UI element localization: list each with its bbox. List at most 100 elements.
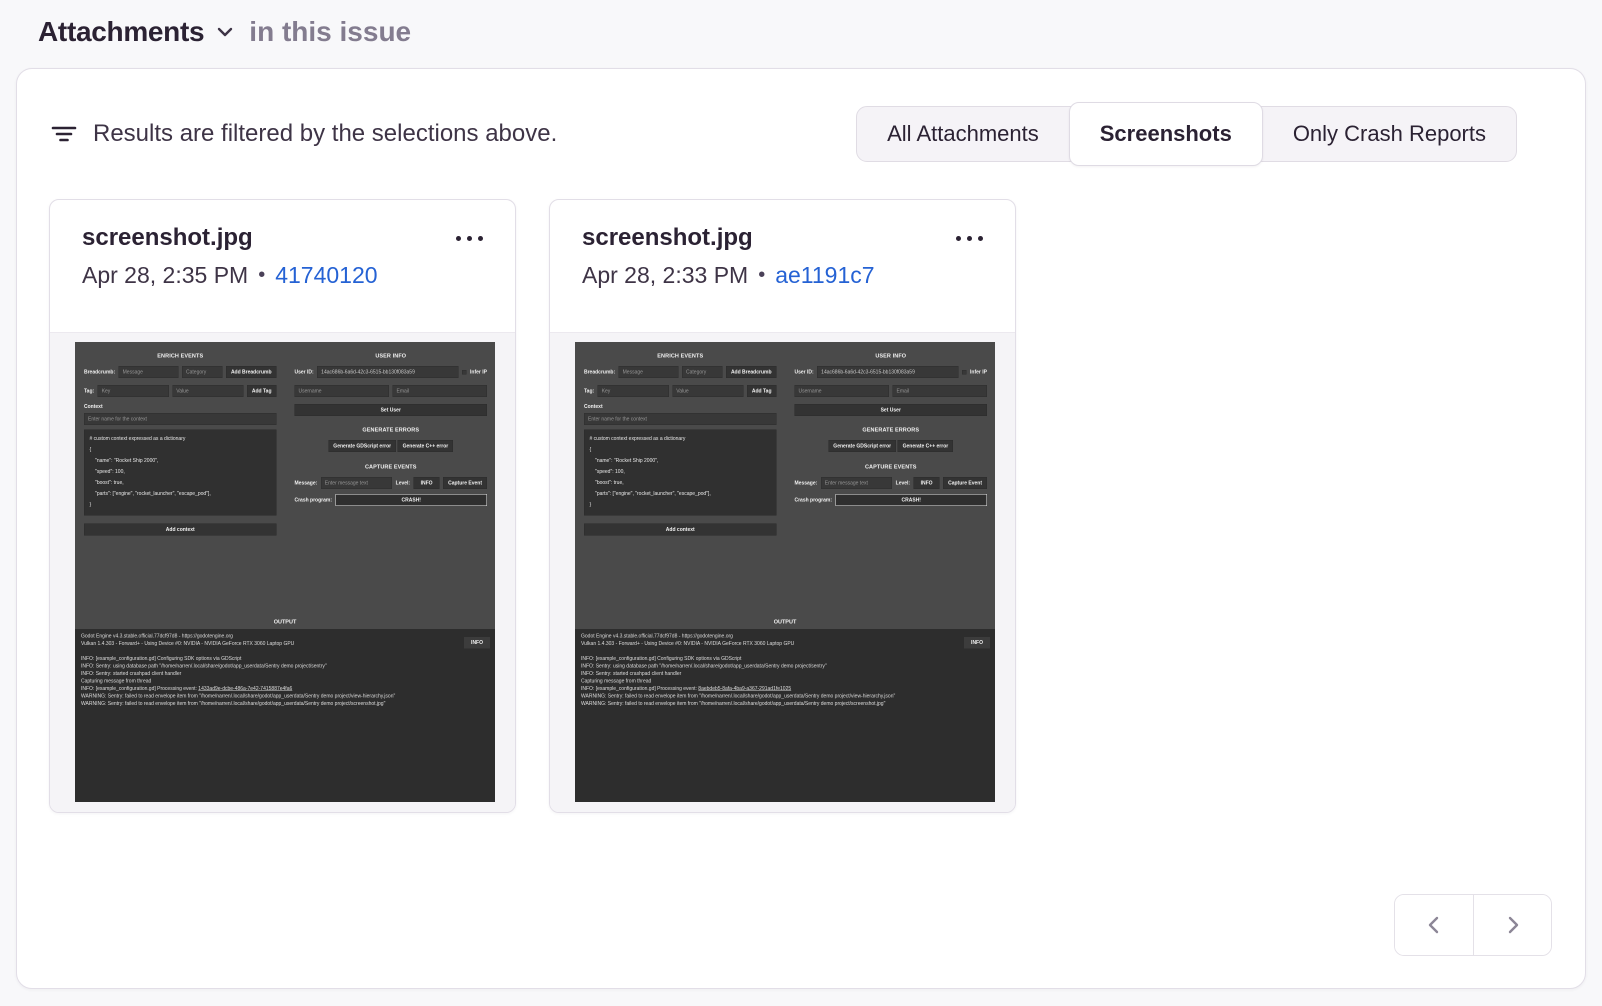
attachment-thumbnail[interactable]: ENRICH EVENTS Breadcrumb: Message Catego… xyxy=(75,342,495,802)
crash-program-label: Crash program: xyxy=(295,497,333,503)
level-select: INFO xyxy=(914,477,940,489)
context-name-input: Enter name for the context xyxy=(584,413,777,425)
card-filename: screenshot.jpg xyxy=(82,224,253,252)
add-context-button: Add context xyxy=(584,524,777,536)
chevron-down-icon xyxy=(215,22,235,42)
card-header: screenshot.jpg Apr 28, 2:33 PM • ae1191c… xyxy=(550,200,1015,332)
capture-event-button: Capture Event xyxy=(943,477,987,489)
attachments-type-selector[interactable]: Attachments xyxy=(38,16,235,48)
segment-screenshots[interactable]: Screenshots xyxy=(1069,102,1263,166)
processing-event-id: 1433ad9e-dcbe-486a-7e42-7415887e4fa6 xyxy=(198,686,292,692)
thumbnail-app-screenshot: ENRICH EVENTS Breadcrumb: Message Catego… xyxy=(75,342,495,802)
ellipsis-icon xyxy=(456,236,483,241)
tag-label: Tag: xyxy=(584,388,594,394)
console-processing-line: INFO: [example_configuration.gd] Process… xyxy=(581,685,989,693)
enrich-events-title: ENRICH EVENTS xyxy=(84,348,277,366)
user-id-input: 14ac686b-6a6d-42c3-6515-bb130f083a59 xyxy=(817,366,958,378)
add-context-button: Add context xyxy=(84,524,277,536)
console-log-lines: Godot Engine v4.3.stable.official.77dcf9… xyxy=(81,633,489,686)
generate-errors-title: GENERATE ERRORS xyxy=(295,416,488,440)
next-page-button[interactable] xyxy=(1473,895,1551,955)
breadcrumb-category-input: Category xyxy=(682,366,722,378)
toolbar: Results are filtered by the selections a… xyxy=(17,69,1585,162)
tag-key-input: Key xyxy=(598,385,669,397)
message-label: Message: xyxy=(795,480,818,486)
ellipsis-icon xyxy=(956,236,983,241)
level-select: INFO xyxy=(414,477,440,489)
tag-key-input: Key xyxy=(98,385,169,397)
context-name-input: Enter name for the context xyxy=(84,413,277,425)
capture-events-title: CAPTURE EVENTS xyxy=(295,459,488,477)
card-body: ENRICH EVENTS Breadcrumb: Message Catego… xyxy=(50,332,515,813)
chevron-left-icon xyxy=(1423,914,1445,936)
capture-events-title: CAPTURE EVENTS xyxy=(795,459,988,477)
user-id-label: User ID: xyxy=(295,369,314,375)
crash-button: CRASH! xyxy=(336,494,487,506)
attachments-panel: Results are filtered by the selections a… xyxy=(16,68,1586,989)
username-input: Username xyxy=(795,385,890,397)
prev-page-button[interactable] xyxy=(1395,895,1473,955)
dot-separator: • xyxy=(258,264,265,287)
message-input: Enter message text xyxy=(821,477,892,489)
segment-only-crash-reports[interactable]: Only Crash Reports xyxy=(1263,107,1516,161)
console-warning-lines: WARNING: Sentry: failed to read envelope… xyxy=(581,693,989,708)
attachment-thumbnail[interactable]: ENRICH EVENTS Breadcrumb: Message Catego… xyxy=(575,342,995,802)
card-body: ENRICH EVENTS Breadcrumb: Message Catego… xyxy=(550,332,1015,813)
event-id-link[interactable]: 41740120 xyxy=(275,262,377,289)
card-menu-button[interactable] xyxy=(454,228,485,249)
level-label: Level: xyxy=(396,480,410,486)
card-menu-button[interactable] xyxy=(954,228,985,249)
event-id-link[interactable]: ae1191c7 xyxy=(775,262,874,289)
user-info-title: USER INFO xyxy=(795,348,988,366)
attachment-filter-segmented-control: All Attachments Screenshots Only Crash R… xyxy=(856,106,1517,162)
card-date: Apr 28, 2:35 PM xyxy=(82,262,248,289)
output-console: Godot Engine v4.3.stable.official.77dcf9… xyxy=(75,629,495,802)
page-title-suffix: in this issue xyxy=(249,16,411,48)
card-date: Apr 28, 2:33 PM xyxy=(582,262,748,289)
crash-program-label: Crash program: xyxy=(795,497,833,503)
page-header: Attachments in this issue xyxy=(0,0,1602,48)
attachment-card: screenshot.jpg Apr 28, 2:33 PM • ae1191c… xyxy=(549,199,1016,813)
infer-ip-label: Infer IP xyxy=(470,369,487,375)
set-user-button: Set User xyxy=(795,404,988,416)
generate-gdscript-error-button: Generate GDScript error xyxy=(828,440,896,452)
add-tag-button: Add Tag xyxy=(247,385,277,397)
add-breadcrumb-button: Add Breadcrumb xyxy=(226,366,277,378)
email-input: Email xyxy=(893,385,988,397)
log-level-filter-button: INFO xyxy=(464,637,490,649)
level-label: Level: xyxy=(896,480,910,486)
console-processing-line: INFO: [example_configuration.gd] Process… xyxy=(81,685,489,693)
generate-cpp-error-button: Generate C++ error xyxy=(898,440,954,452)
output-title: OUTPUT xyxy=(575,614,995,629)
breadcrumb-message-input: Message xyxy=(619,366,679,378)
dot-separator: • xyxy=(758,264,765,287)
tag-value-input: Value xyxy=(172,385,243,397)
log-level-filter-button: INFO xyxy=(964,637,990,649)
tag-label: Tag: xyxy=(84,388,94,394)
capture-event-button: Capture Event xyxy=(443,477,487,489)
breadcrumb-category-input: Category xyxy=(182,366,222,378)
context-code-editor: # custom context expressed as a dictiona… xyxy=(84,430,277,516)
infer-ip-checkbox xyxy=(962,370,967,375)
context-code-editor: # custom context expressed as a dictiona… xyxy=(584,430,777,516)
card-header: screenshot.jpg Apr 28, 2:35 PM • 4174012… xyxy=(50,200,515,332)
thumbnail-app-screenshot: ENRICH EVENTS Breadcrumb: Message Catego… xyxy=(575,342,995,802)
context-label: Context xyxy=(584,404,777,410)
filter-note-text: Results are filtered by the selections a… xyxy=(93,120,557,148)
filter-lines-icon xyxy=(51,123,77,145)
add-breadcrumb-button: Add Breadcrumb xyxy=(726,366,777,378)
console-log-lines: Godot Engine v4.3.stable.official.77dcf9… xyxy=(581,633,989,686)
attachment-card: screenshot.jpg Apr 28, 2:35 PM • 4174012… xyxy=(49,199,516,813)
infer-ip-label: Infer IP xyxy=(970,369,987,375)
set-user-button: Set User xyxy=(295,404,488,416)
message-label: Message: xyxy=(295,480,318,486)
console-warning-lines: WARNING: Sentry: failed to read envelope… xyxy=(81,693,489,708)
user-id-label: User ID: xyxy=(795,369,814,375)
context-label: Context xyxy=(84,404,277,410)
username-input: Username xyxy=(295,385,390,397)
generate-cpp-error-button: Generate C++ error xyxy=(398,440,454,452)
card-filename: screenshot.jpg xyxy=(582,224,753,252)
pagination xyxy=(1394,894,1552,956)
segment-all-attachments[interactable]: All Attachments xyxy=(857,107,1069,161)
user-info-title: USER INFO xyxy=(295,348,488,366)
